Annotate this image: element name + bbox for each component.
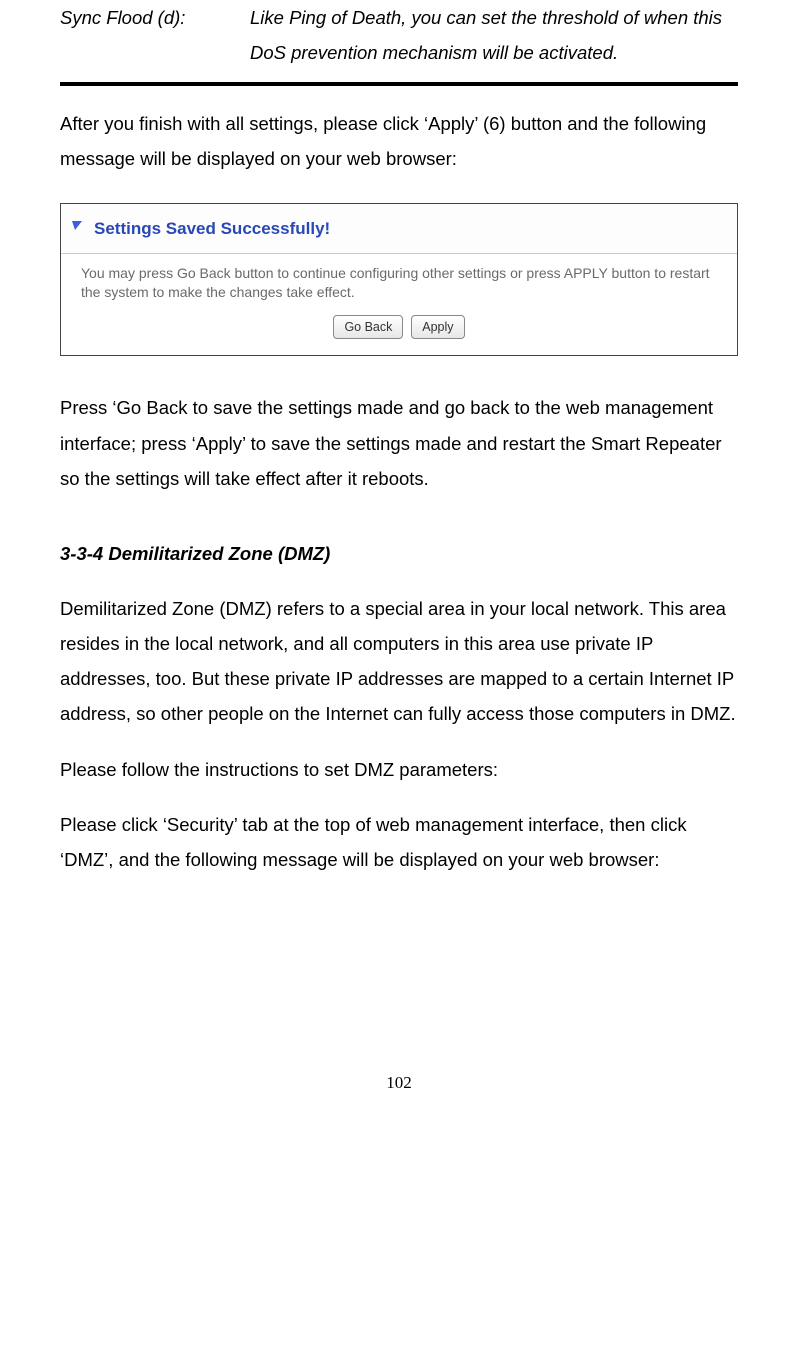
- screenshot-header: Settings Saved Successfully!: [61, 204, 737, 253]
- page-number: 102: [60, 1067, 738, 1099]
- definition-row: Sync Flood (d): Like Ping of Death, you …: [60, 0, 738, 70]
- settings-saved-screenshot: Settings Saved Successfully! You may pre…: [60, 203, 738, 357]
- divider: [60, 82, 738, 86]
- definition-term: Sync Flood (d):: [60, 0, 250, 70]
- screenshot-button-row: Go Back Apply: [81, 315, 717, 339]
- dmz-paragraph-1: Demilitarized Zone (DMZ) refers to a spe…: [60, 591, 738, 732]
- apply-instruction-paragraph: After you finish with all settings, plea…: [60, 106, 738, 176]
- go-back-button[interactable]: Go Back: [333, 315, 403, 339]
- pin-icon: [71, 211, 86, 246]
- dmz-paragraph-3: Please click ‘Security’ tab at the top o…: [60, 807, 738, 877]
- section-heading-dmz: 3-3-4 Demilitarized Zone (DMZ): [60, 536, 738, 571]
- definition-description: Like Ping of Death, you can set the thre…: [250, 0, 738, 70]
- screenshot-body: You may press Go Back button to continue…: [61, 253, 737, 356]
- screenshot-title: Settings Saved Successfully!: [94, 220, 330, 237]
- apply-button[interactable]: Apply: [411, 315, 464, 339]
- screenshot-message: You may press Go Back button to continue…: [81, 264, 717, 302]
- dmz-paragraph-2: Please follow the instructions to set DM…: [60, 752, 738, 787]
- goback-instruction-paragraph: Press ‘Go Back to save the settings made…: [60, 390, 738, 495]
